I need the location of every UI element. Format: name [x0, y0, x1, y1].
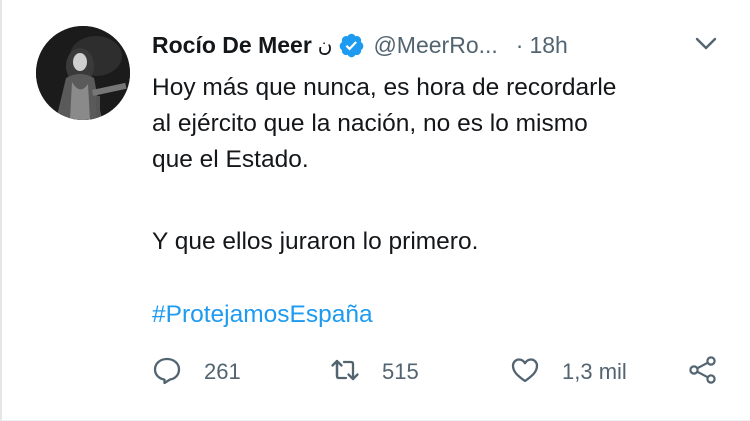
share-icon [688, 355, 718, 390]
tweet-text-second-paragraph: Y que ellos juraron lo primero. [152, 228, 479, 255]
reply-icon [152, 355, 182, 390]
hashtag-link[interactable]: #ProtejamosEspaña [152, 297, 373, 333]
reply-count: 261 [204, 359, 241, 384]
tweet-header: Rocío De Meer ن @MeerRo... · 18h [152, 28, 568, 62]
avatar[interactable] [36, 26, 130, 120]
chevron-down-icon[interactable] [692, 30, 720, 58]
like-button[interactable]: 1,3 mil [510, 352, 627, 392]
separator-dot: · [515, 31, 524, 58]
verified-badge-icon [338, 32, 365, 59]
avatar-image [36, 26, 130, 120]
author-handle[interactable]: @MeerRo... [373, 32, 497, 59]
author-name[interactable]: Rocío De Meer [152, 32, 312, 59]
tweet-card[interactable]: Rocío De Meer ن @MeerRo... · 18h Hoy más… [0, 0, 750, 421]
tweet-actions: 261 515 1,3 mil [2, 352, 750, 392]
retweet-count: 515 [382, 359, 419, 384]
share-button[interactable] [688, 352, 718, 392]
retweet-icon [330, 355, 360, 390]
like-count: 1,3 mil [562, 359, 627, 384]
author-name-symbol: ن [317, 33, 333, 57]
tweet-text: Hoy más que nunca, es hora de recordarle… [152, 74, 617, 173]
heart-icon [510, 355, 540, 390]
retweet-button[interactable]: 515 [330, 352, 419, 392]
reply-button[interactable]: 261 [152, 352, 241, 392]
tweet-timestamp[interactable]: 18h [529, 32, 567, 59]
